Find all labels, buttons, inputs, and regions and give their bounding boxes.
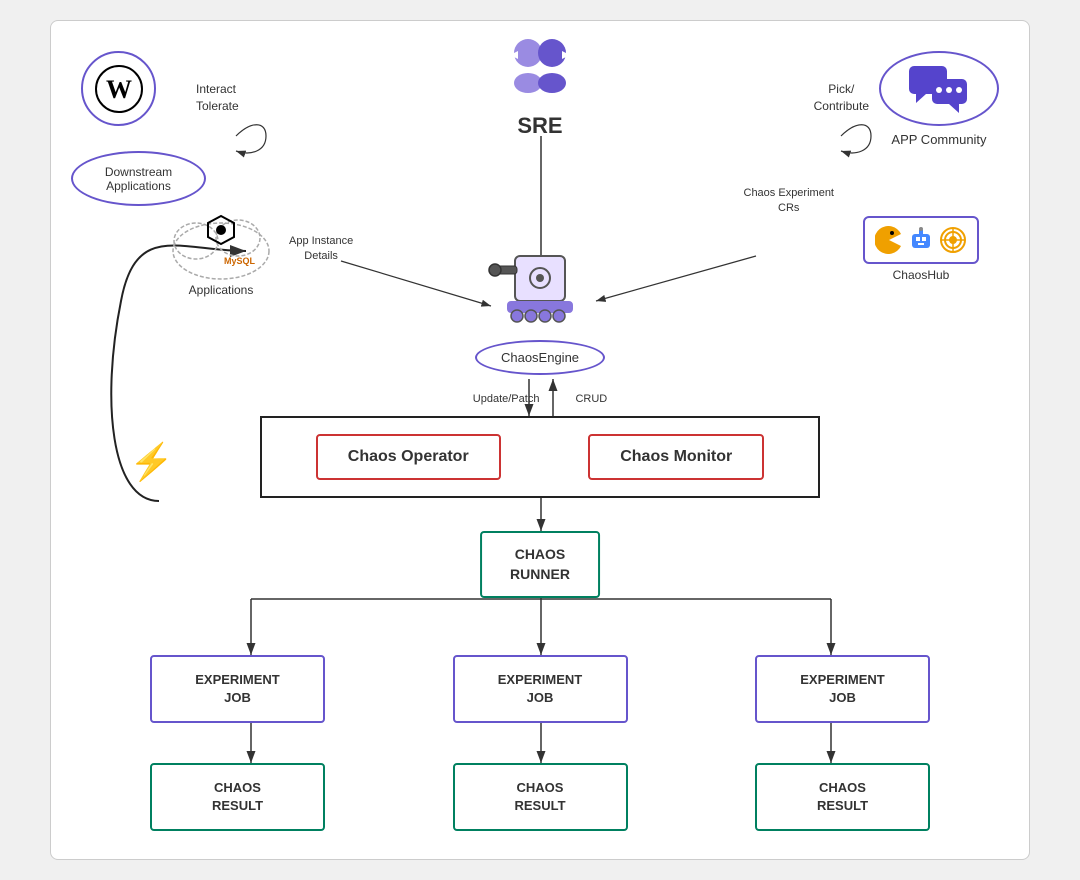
pacman-icon <box>875 226 903 254</box>
experiment-job-right: EXPERIMENT JOB <box>755 655 930 723</box>
update-crud-labels: Update/Patch CRUD <box>473 393 607 405</box>
sre-group: SRE <box>500 31 580 139</box>
robot-icon <box>907 226 935 254</box>
chaoshub-label: ChaosHub <box>863 268 979 282</box>
target-icon <box>939 226 967 254</box>
downstream-group: DownstreamApplications <box>71 151 206 206</box>
operator-monitor-box: Chaos Operator Chaos Monitor <box>260 416 820 498</box>
update-patch-label: Update/Patch <box>473 393 540 405</box>
community-icon <box>904 61 974 116</box>
chaos-operator-box: Chaos Operator <box>316 434 501 480</box>
chaos-result-middle: CHAOS RESULT <box>453 763 628 831</box>
svg-text:W: W <box>106 75 132 104</box>
app-community-label: APP Community <box>891 132 986 147</box>
svg-text:MySQL: MySQL <box>224 256 256 266</box>
wordpress-group: W <box>81 51 156 126</box>
chaos-runner-box: CHAOS RUNNER <box>480 531 600 598</box>
chaos-result-left: CHAOS RESULT <box>150 763 325 831</box>
chaos-runner-group: CHAOS RUNNER <box>480 531 600 598</box>
chaosengine-icon <box>485 241 595 336</box>
pick-contribute-text: Pick/ Contribute <box>814 81 869 115</box>
chaos-monitor-box: Chaos Monitor <box>588 434 764 480</box>
app-community-group: APP Community <box>879 51 999 147</box>
applications-icon: MySQL <box>166 206 276 286</box>
experiment-job-left: EXPERIMENT JOB <box>150 655 325 723</box>
lightning-icon: ⚡ <box>129 441 174 483</box>
downstream-oval: DownstreamApplications <box>71 151 206 206</box>
experiment-job-middle: EXPERIMENT JOB <box>453 655 628 723</box>
wordpress-icon: W <box>81 51 156 126</box>
diagram-container: SRE W Interact Tolerate DownstreamApplic… <box>50 20 1030 860</box>
interact-tolerate-text: Interact Tolerate <box>196 81 239 115</box>
chaoshub-group: ChaosHub <box>863 216 979 282</box>
chaos-result-right: CHAOS RESULT <box>755 763 930 831</box>
app-instance-label: App InstanceDetails <box>289 234 353 265</box>
chaosengine-group: ChaosEngine <box>475 241 605 375</box>
app-community-oval <box>879 51 999 126</box>
applications-group: MySQL Applications <box>166 206 276 297</box>
chaos-experiment-crs-label: Chaos ExperimentCRs <box>744 186 835 217</box>
sre-icon <box>500 31 580 111</box>
experiment-row: EXPERIMENT JOB EXPERIMENT JOB EXPERIMENT… <box>150 655 930 723</box>
sre-label: SRE <box>517 113 562 139</box>
chaosengine-label: ChaosEngine <box>475 340 605 375</box>
crud-label: CRUD <box>575 393 607 405</box>
chaoshub-box <box>863 216 979 264</box>
result-row: CHAOS RESULT CHAOS RESULT CHAOS RESULT <box>150 763 930 831</box>
